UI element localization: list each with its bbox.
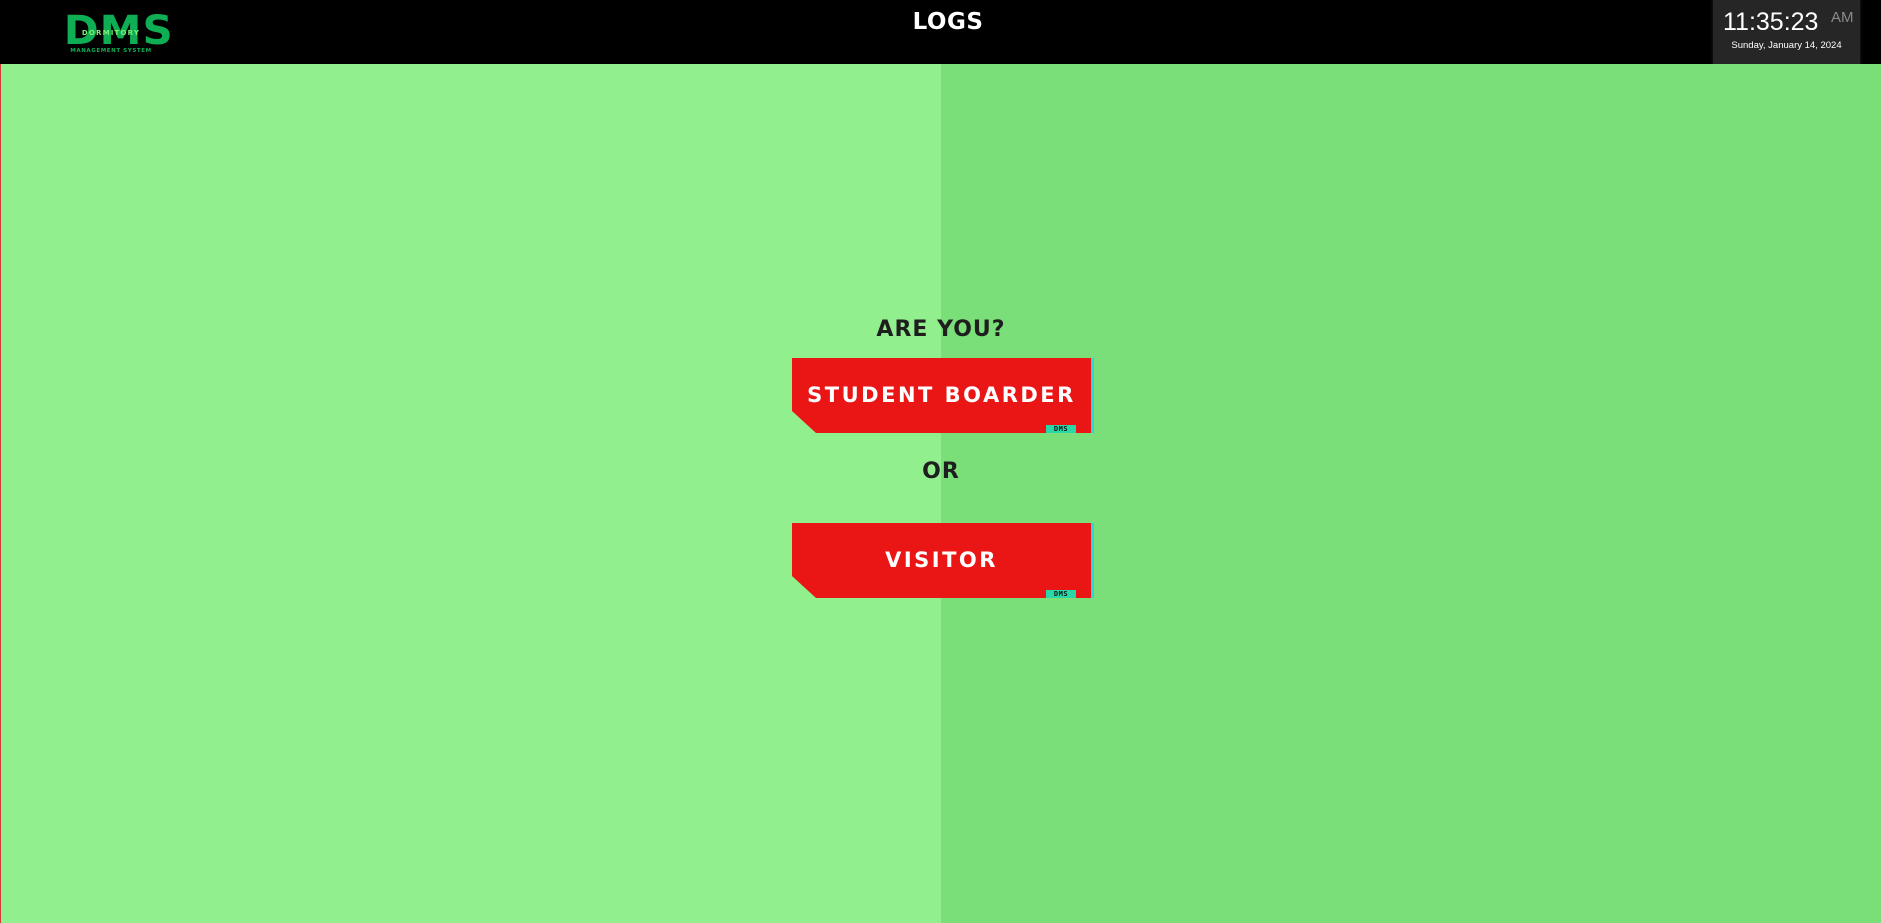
logs-page: DMS DORMITORY MANAGEMENT SYSTEM LOGS 11:… bbox=[0, 0, 1881, 923]
visitor-label: VISITOR bbox=[885, 548, 998, 572]
question-heading: ARE YOU? bbox=[876, 317, 1006, 342]
clock-date: Sunday, January 14, 2024 bbox=[1731, 40, 1842, 51]
right-background-panel bbox=[941, 64, 1881, 923]
or-separator: OR bbox=[922, 459, 960, 484]
clock-ampm: AM bbox=[1831, 9, 1854, 26]
top-header: DMS DORMITORY MANAGEMENT SYSTEM LOGS 11:… bbox=[0, 0, 1881, 65]
logo-subtitle: MANAGEMENT SYSTEM bbox=[70, 48, 152, 54]
logo-overlay-text: DORMITORY bbox=[81, 29, 141, 37]
button-edge-accent bbox=[1091, 523, 1094, 598]
page-title: LOGS bbox=[912, 9, 984, 35]
student-boarder-button[interactable]: STUDENT BOARDER DMS bbox=[792, 358, 1094, 433]
main-area: ARE YOU? STUDENT BOARDER DMS OR VISITOR … bbox=[0, 64, 1881, 923]
visitor-button[interactable]: VISITOR DMS bbox=[792, 523, 1094, 598]
button-edge-accent bbox=[1091, 358, 1094, 433]
button-dms-tag: DMS bbox=[1046, 590, 1076, 598]
clock-time: 11:35:23 bbox=[1723, 8, 1819, 36]
dms-logo[interactable]: DMS DORMITORY MANAGEMENT SYSTEM bbox=[64, 10, 173, 58]
student-boarder-label: STUDENT BOARDER bbox=[807, 383, 1076, 407]
button-dms-tag: DMS bbox=[1046, 425, 1076, 433]
clock-widget: 11:35:23 AM Sunday, January 14, 2024 bbox=[1713, 0, 1860, 64]
